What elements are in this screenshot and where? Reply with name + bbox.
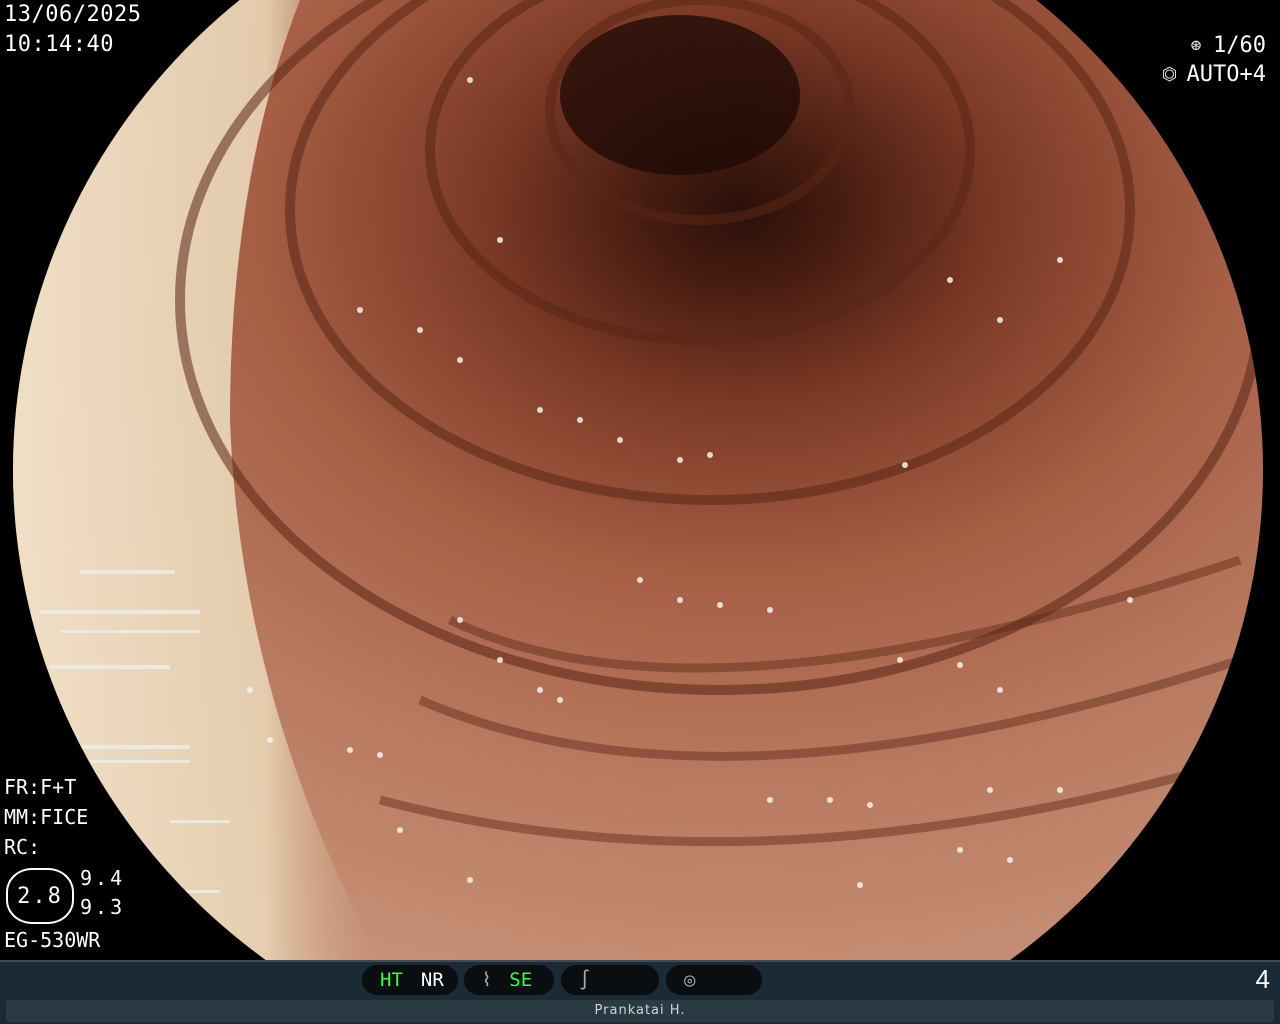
nr-indicator: NR [420,969,444,991]
iris-icon: ⏣ [1161,64,1178,85]
scope-model: EG-530WR [4,928,101,952]
status-bar-divider [0,960,1280,962]
date-display: 13/06/2025 [4,2,142,27]
status-pill-slot4: ◎ [666,965,762,995]
shutter-readout: ⊛ 1/60 [1185,31,1266,61]
endoscopic-image [13,0,1263,960]
wave-icon: ◎ [684,969,696,991]
enhancement-a: 9.4 [80,866,126,890]
time-display: 10:14:40 [4,32,114,57]
structure-icon: ⌇ [482,969,492,991]
ht-indicator: HT [380,969,403,991]
status-pill-ht-nr: HT NR [362,965,458,995]
shutter-icon: ⊛ [1190,35,1202,56]
rc-setting: RC: [4,835,41,859]
curve-icon: ∫ [579,969,591,991]
status-pill-se: ⌇ SE [464,965,554,995]
status-bar: HT NR ⌇ SE ∫ ◎ 4 Prankatai H. [0,960,1280,1024]
page-number: 4 [1255,964,1270,994]
iris-value: AUTO+4 [1186,62,1266,87]
enhancement-main: 2.8 [6,868,74,924]
se-indicator: SE [509,969,533,991]
enhancement-b: 9.3 [80,895,126,919]
mm-setting: MM:FICE [4,805,89,829]
status-pill-slot3: ∫ [561,965,659,995]
iris-readout: ⏣ AUTO+4 [1159,60,1266,90]
patient-name: Prankatai H. [6,1000,1274,1022]
fr-setting: FR:F+T [4,775,77,799]
shutter-value: 1/60 [1213,33,1266,58]
